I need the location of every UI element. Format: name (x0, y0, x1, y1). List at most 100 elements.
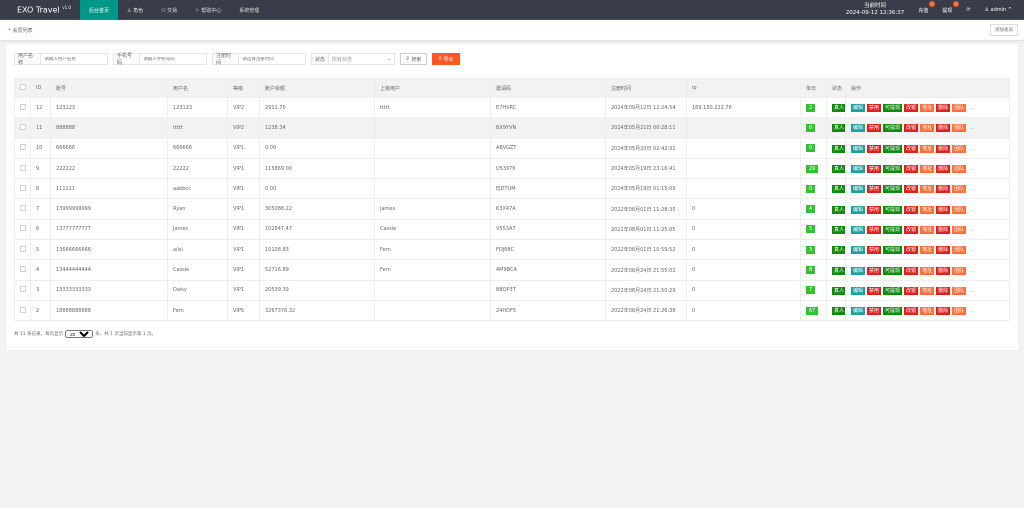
action-button-6[interactable]: 团队 (952, 266, 967, 275)
action-button-2[interactable]: 可提现 (883, 104, 903, 113)
action-button-6[interactable]: 团队 (952, 246, 967, 255)
action-button-7[interactable]: ... (968, 124, 977, 132)
action-button-1[interactable]: 禁用 (867, 225, 882, 234)
checkbox[interactable] (20, 123, 26, 130)
action-button-6[interactable]: 团队 (952, 286, 967, 295)
checkbox[interactable] (20, 103, 26, 110)
action-button-6[interactable]: 团队 (952, 225, 967, 234)
action-button-5[interactable]: 删除 (936, 266, 951, 275)
action-button-4[interactable]: 地址 (920, 307, 935, 316)
action-button-4[interactable]: 地址 (920, 104, 935, 113)
action-button-2[interactable]: 可提现 (883, 165, 903, 174)
nav-item-2[interactable]: ⚇ 交易 (152, 0, 186, 20)
row-select[interactable] (14, 239, 31, 261)
action-button-6[interactable]: 团队 (952, 104, 967, 113)
action-button-7[interactable]: ... (968, 206, 977, 214)
action-button-5[interactable]: 删除 (936, 286, 951, 295)
action-button-1[interactable]: 禁用 (867, 266, 882, 275)
action-button-2[interactable]: 可提现 (883, 286, 903, 295)
action-button-3[interactable]: 改银 (904, 124, 919, 133)
action-button-7[interactable]: ... (968, 226, 977, 234)
action-button-3[interactable]: 改银 (904, 104, 919, 113)
action-button-3[interactable]: 改银 (904, 185, 919, 194)
action-button-0[interactable]: 编辑 (851, 104, 866, 113)
checkbox[interactable] (20, 84, 26, 90)
action-button-2[interactable]: 可提现 (883, 205, 903, 214)
row-select[interactable] (14, 157, 31, 180)
action-button-3[interactable]: 改银 (904, 266, 919, 275)
action-button-1[interactable]: 禁用 (867, 307, 882, 316)
action-button-4[interactable]: 地址 (920, 185, 935, 194)
action-button-5[interactable]: 删除 (936, 165, 951, 174)
action-button-1[interactable]: 禁用 (867, 144, 882, 153)
action-button-7[interactable]: ... (968, 185, 977, 193)
action-button-3[interactable]: 改银 (904, 205, 919, 214)
action-button-7[interactable]: ... (968, 165, 977, 173)
action-button-1[interactable]: 禁用 (867, 104, 882, 113)
action-button-0[interactable]: 编辑 (851, 165, 866, 174)
action-button-4[interactable]: 地址 (920, 225, 935, 234)
action-button-7[interactable]: ... (968, 145, 977, 153)
action-button-2[interactable]: 可提现 (883, 225, 903, 234)
action-button-0[interactable]: 编辑 (851, 144, 866, 153)
action-button-1[interactable]: 禁用 (867, 205, 882, 214)
checkbox[interactable] (20, 225, 26, 232)
action-button-6[interactable]: 团队 (952, 307, 967, 316)
action-button-3[interactable]: 改银 (904, 307, 919, 316)
export-button[interactable]: ⚲ 导出 (432, 53, 460, 65)
action-button-6[interactable]: 团队 (952, 124, 967, 133)
action-button-2[interactable]: 可提现 (883, 246, 903, 255)
action-button-0[interactable]: 编辑 (851, 246, 866, 255)
action-button-4[interactable]: 地址 (920, 205, 935, 214)
action-button-7[interactable]: ... (968, 267, 977, 275)
action-button-5[interactable]: 删除 (936, 307, 951, 316)
action-button-0[interactable]: 编辑 (851, 124, 866, 133)
action-button-1[interactable]: 禁用 (867, 246, 882, 255)
action-button-4[interactable]: 地址 (920, 124, 935, 133)
action-button-5[interactable]: 删除 (936, 225, 951, 234)
action-button-4[interactable]: 地址 (920, 246, 935, 255)
checkbox[interactable] (20, 266, 26, 273)
row-select[interactable] (14, 137, 31, 159)
action-button-5[interactable]: 删除 (936, 144, 951, 153)
action-button-4[interactable]: 地址 (920, 286, 935, 295)
action-button-0[interactable]: 编辑 (851, 205, 866, 214)
row-select[interactable] (14, 178, 31, 200)
action-button-5[interactable]: 删除 (936, 185, 951, 194)
action-button-2[interactable]: 可提现 (883, 307, 903, 316)
action-button-5[interactable]: 删除 (936, 246, 951, 255)
user-menu[interactable]: ♙ admin ^ (984, 7, 1012, 13)
checkbox[interactable] (20, 164, 26, 171)
action-button-2[interactable]: 可提现 (883, 144, 903, 153)
page-size-select[interactable]: 20 (65, 330, 94, 338)
action-button-2[interactable]: 可提现 (883, 124, 903, 133)
action-button-3[interactable]: 改银 (904, 225, 919, 234)
action-button-1[interactable]: 禁用 (867, 124, 882, 133)
action-button-6[interactable]: 团队 (952, 185, 967, 194)
action-button-4[interactable]: 地址 (920, 266, 935, 275)
checkbox[interactable] (20, 245, 26, 252)
action-button-4[interactable]: 地址 (920, 165, 935, 174)
reg-time-input[interactable] (239, 56, 305, 62)
action-button-5[interactable]: 删除 (936, 124, 951, 133)
action-button-1[interactable]: 禁用 (867, 286, 882, 295)
select-all[interactable] (14, 78, 31, 98)
action-button-1[interactable]: 禁用 (867, 165, 882, 174)
action-button-6[interactable]: 团队 (952, 205, 967, 214)
action-button-7[interactable]: ... (968, 287, 977, 295)
action-button-6[interactable]: 团队 (952, 144, 967, 153)
action-button-5[interactable]: 删除 (936, 104, 951, 113)
action-button-5[interactable]: 删除 (936, 205, 951, 214)
checkbox[interactable] (20, 205, 26, 212)
action-button-1[interactable]: 禁用 (867, 185, 882, 194)
checkbox[interactable] (20, 144, 26, 151)
checkbox[interactable] (20, 286, 26, 293)
recharge-button[interactable]: 充值 0 (918, 0, 936, 14)
action-button-2[interactable]: 可提现 (883, 185, 903, 194)
status-select[interactable]: 状态 所有状态 ⌄ (311, 53, 395, 65)
nav-item-1[interactable]: ♙ 角色 (118, 0, 152, 20)
action-button-4[interactable]: 地址 (920, 144, 935, 153)
action-button-0[interactable]: 编辑 (851, 286, 866, 295)
row-select[interactable] (14, 299, 31, 322)
action-button-3[interactable]: 改银 (904, 246, 919, 255)
